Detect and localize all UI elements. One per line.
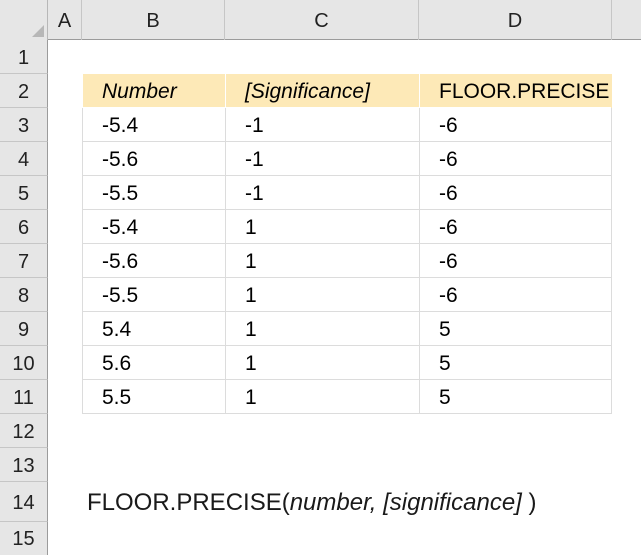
cell-significance[interactable]: 1 <box>225 346 419 380</box>
cell-significance[interactable]: -1 <box>225 108 419 142</box>
row-header-1[interactable]: 1 <box>0 40 48 74</box>
cell-number[interactable]: 5.4 <box>82 312 225 346</box>
row-header-7[interactable]: 7 <box>0 244 48 278</box>
cell-number[interactable]: 5.6 <box>82 346 225 380</box>
header-floor-precise[interactable]: FLOOR.PRECISE <box>419 74 612 108</box>
row-header-14[interactable]: 14 <box>0 482 48 522</box>
row-header-8[interactable]: 8 <box>0 278 48 312</box>
cell-significance[interactable]: -1 <box>225 176 419 210</box>
syntax-function-name: FLOOR.PRECISE( <box>87 489 290 516</box>
table-row: 5.4 1 5 <box>82 312 612 346</box>
syntax-arg-significance: [significance] <box>383 489 522 516</box>
syntax-close: ) <box>521 489 537 516</box>
cell-result[interactable]: -6 <box>419 244 612 278</box>
select-all-triangle-icon <box>32 25 44 37</box>
cell-result[interactable]: -6 <box>419 108 612 142</box>
table-row: -5.4 -1 -6 <box>82 108 612 142</box>
cell-result[interactable]: -6 <box>419 210 612 244</box>
column-header-a[interactable]: A <box>48 0 82 40</box>
row-header-6[interactable]: 6 <box>0 210 48 244</box>
cell-number[interactable]: -5.6 <box>82 244 225 278</box>
row-header-13[interactable]: 13 <box>0 448 48 482</box>
cell-number[interactable]: 5.5 <box>82 380 225 414</box>
row-header-11[interactable]: 11 <box>0 380 48 414</box>
column-header-d[interactable]: D <box>419 0 612 40</box>
row-header-5[interactable]: 5 <box>0 176 48 210</box>
row-header-3[interactable]: 3 <box>0 108 48 142</box>
cell-result[interactable]: -6 <box>419 176 612 210</box>
table-row: 5.5 1 5 <box>82 380 612 414</box>
row-header-10[interactable]: 10 <box>0 346 48 380</box>
spreadsheet: A B C D 1 2 3 4 5 6 7 8 9 10 11 12 13 14… <box>0 0 641 555</box>
syntax-separator: , <box>369 489 384 516</box>
cell-significance[interactable]: 1 <box>225 278 419 312</box>
table-row: -5.6 -1 -6 <box>82 142 612 176</box>
row-header-4[interactable]: 4 <box>0 142 48 176</box>
table-row: -5.4 1 -6 <box>82 210 612 244</box>
column-header-b[interactable]: B <box>82 0 225 40</box>
cell-result[interactable]: -6 <box>419 142 612 176</box>
cell-result[interactable]: 5 <box>419 346 612 380</box>
cell-number[interactable]: -5.6 <box>82 142 225 176</box>
select-all-button[interactable] <box>0 0 48 40</box>
cell-result[interactable]: 5 <box>419 380 612 414</box>
table-row: -5.5 -1 -6 <box>82 176 612 210</box>
row-header-9[interactable]: 9 <box>0 312 48 346</box>
table-header-row: Number [Significance] FLOOR.PRECISE <box>82 74 612 108</box>
cell-number[interactable]: -5.4 <box>82 210 225 244</box>
cell-significance[interactable]: -1 <box>225 142 419 176</box>
cell-number[interactable]: -5.4 <box>82 108 225 142</box>
header-significance[interactable]: [Significance] <box>225 74 419 108</box>
cell-significance[interactable]: 1 <box>225 312 419 346</box>
cell-significance[interactable]: 1 <box>225 244 419 278</box>
syntax-arg-number: number <box>289 489 370 516</box>
cell-result[interactable]: 5 <box>419 312 612 346</box>
cell-number[interactable]: -5.5 <box>82 278 225 312</box>
function-syntax[interactable]: FLOOR.PRECISE(number, [significance] ) <box>87 487 537 519</box>
header-number[interactable]: Number <box>82 74 225 108</box>
table-row: 5.6 1 5 <box>82 346 612 380</box>
row-header-12[interactable]: 12 <box>0 414 48 448</box>
cell-result[interactable]: -6 <box>419 278 612 312</box>
cell-number[interactable]: -5.5 <box>82 176 225 210</box>
column-header-row: A B C D <box>0 0 641 40</box>
table-row: -5.6 1 -6 <box>82 244 612 278</box>
cell-significance[interactable]: 1 <box>225 380 419 414</box>
table-row: -5.5 1 -6 <box>82 278 612 312</box>
column-header-c[interactable]: C <box>225 0 419 40</box>
row-header-2[interactable]: 2 <box>0 74 48 108</box>
row-header-15[interactable]: 15 <box>0 522 48 555</box>
cell-significance[interactable]: 1 <box>225 210 419 244</box>
